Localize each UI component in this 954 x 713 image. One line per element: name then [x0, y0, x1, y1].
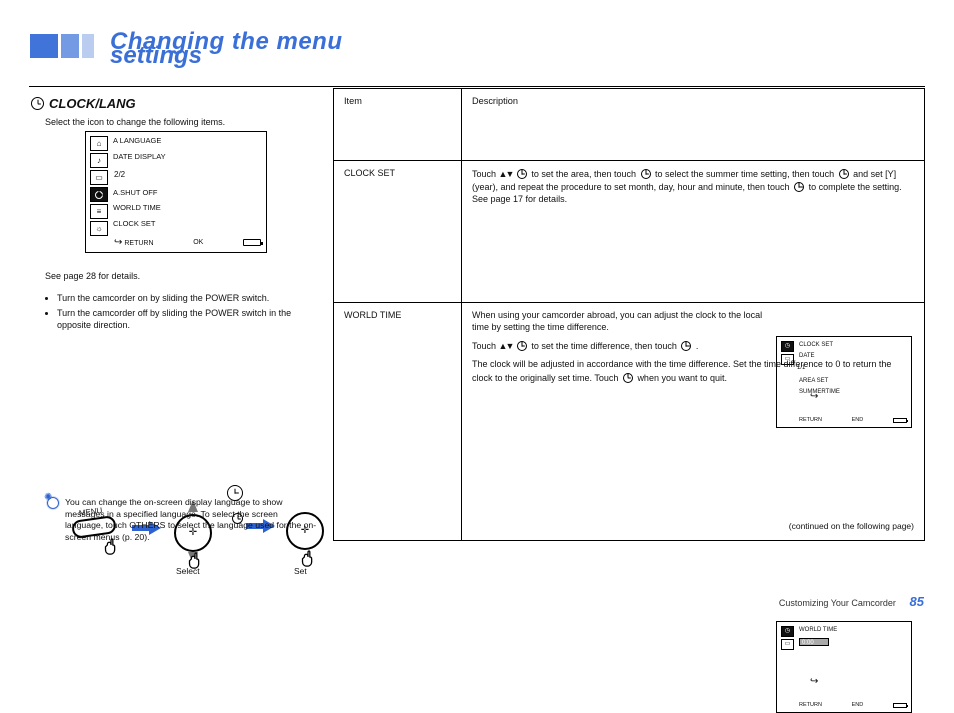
header-rule — [29, 86, 925, 87]
section-heading-text: CLOCK/LANG — [49, 96, 136, 111]
left-notes: See page 28 for details. Turn the camcor… — [31, 264, 321, 332]
section-heading-clock-lang: CLOCK/LANG — [31, 96, 321, 111]
table-row-clockset-item: CLOCK SET — [334, 161, 462, 303]
footer-page-number: 85 — [910, 594, 924, 609]
return-icon: ↩ — [810, 675, 818, 689]
lcd-tab-music-icon: ♪ — [90, 153, 108, 168]
see-page-ref: See page 28 for details. — [45, 270, 321, 282]
clock-icon — [517, 341, 527, 354]
lcd-row-shutoff: A.SHUT OFF — [113, 188, 157, 197]
lcd-tab-etc-icon: ☼ — [90, 221, 108, 236]
lcd-ok-label: OK — [193, 239, 203, 246]
tip-icon: ✺ — [47, 495, 59, 542]
lcd-tab-display-icon: ▭ — [90, 170, 108, 185]
hand-icon — [297, 546, 319, 568]
page-title-line2: settings — [110, 42, 202, 70]
mlcd-end-label: END — [852, 702, 864, 709]
lcd-preview-menu: ⌂ ♪ ▭ ≡ ☼ A LANGUAGE DATE DISPLAY 2/2 A.… — [85, 131, 267, 253]
mlcd-title: WORLD TIME — [799, 626, 837, 634]
bullet-power-on: Turn the camcorder on by sliding the POW… — [57, 292, 321, 304]
table-row-worldtime-desc: When using your camcorder abroad, you ca… — [462, 303, 925, 541]
bullet-power-off: Turn the camcorder off by sliding the PO… — [57, 307, 321, 331]
battery-icon — [243, 239, 261, 246]
clock-icon — [839, 169, 849, 182]
battery-icon — [893, 703, 907, 708]
updown-icon: ▲▼ — [499, 342, 513, 351]
section-intro: Select the icon to change the following … — [45, 117, 321, 129]
lcd-bottom-bar: ↩ RETURN OK — [114, 237, 261, 248]
clock-icon — [623, 373, 633, 386]
table-row-worldtime-item: WORLD TIME — [334, 303, 462, 541]
lcd-page-indicator: 2/2 — [114, 170, 125, 179]
table-row-clockset-desc: Touch ▲▼ to set the area, then touch to … — [462, 161, 925, 303]
lcd-tab-camera-icon: ⌂ — [90, 136, 108, 151]
page-number: Customizing Your Camcorder 85 — [779, 594, 924, 609]
footer-section-label: Customizing Your Camcorder — [779, 598, 896, 608]
tip-block: ✺ You can change the on-screen display l… — [47, 497, 317, 544]
mlcd-highlighted-text: 0:00 — [802, 639, 814, 647]
brand-bars — [30, 34, 94, 58]
mlcd-tab-icon: ▭ — [781, 639, 794, 650]
worldtime-paragraph-1: When using your camcorder abroad, you ca… — [472, 309, 772, 333]
mlcd-tab-clock-icon: ◷ — [781, 626, 794, 637]
lcd-tab-setup-icon: ≡ — [90, 204, 108, 219]
table-header-desc: Description — [462, 89, 925, 161]
lcd-sidebar: ⌂ ♪ ▭ ≡ ☼ — [90, 136, 108, 236]
flow-set-label: Set — [294, 566, 307, 576]
settings-table: Item Description CLOCK SET Touch ▲▼ to s… — [333, 88, 925, 541]
lcd-tab-clock-icon — [90, 187, 108, 202]
continued-note: (continued on the following page) — [789, 521, 914, 532]
lcd-preview-worldtime: ◷ ▭ WORLD TIME 0:00 ↩ RETURN END — [776, 621, 912, 713]
clock-icon — [31, 97, 44, 110]
lcd-row-worldtime: WORLD TIME — [113, 203, 161, 212]
lcd-row-date: DATE DISPLAY — [113, 152, 166, 161]
mlcd-return-label: RETURN — [799, 702, 822, 709]
clock-icon — [517, 169, 527, 182]
tip-text: You can change the on-screen display lan… — [65, 497, 317, 544]
flow-select-label: Select — [176, 566, 200, 576]
clock-icon — [794, 182, 804, 195]
updown-icon: ▲▼ — [499, 170, 513, 179]
clock-icon — [641, 169, 651, 182]
table-header-item: Item — [334, 89, 462, 161]
return-icon: ↩ — [114, 237, 122, 248]
clock-icon — [681, 341, 691, 354]
lcd-return-label: RETURN — [124, 240, 153, 247]
lcd-row-language: A LANGUAGE — [113, 136, 161, 145]
lcd-row-clockset: CLOCK SET — [113, 219, 156, 228]
clockset-see-page: See page 17 for details. — [472, 194, 567, 204]
